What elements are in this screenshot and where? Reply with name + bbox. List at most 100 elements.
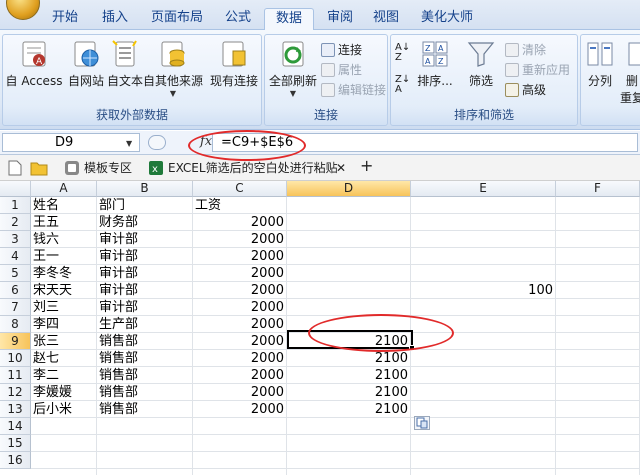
cell-c13[interactable]: 2000	[193, 401, 286, 418]
row-header-16[interactable]: 16	[0, 452, 31, 469]
edit-links-button[interactable]: 编辑链接	[321, 81, 386, 99]
clear-filter-button[interactable]: 清除	[505, 41, 546, 59]
cell-b12[interactable]: 销售部	[97, 384, 192, 401]
row-header-5[interactable]: 5	[0, 265, 31, 282]
from-text-button[interactable]: 自文本	[107, 39, 143, 89]
cell-c10[interactable]: 2000	[193, 350, 286, 367]
cell-d13[interactable]: 2100	[287, 401, 410, 418]
text-to-columns-button[interactable]: 分列	[583, 39, 617, 89]
cell-c5[interactable]: 2000	[193, 265, 286, 282]
row-header-14[interactable]: 14	[0, 418, 31, 435]
tab-template-zone[interactable]: 模板专区	[84, 160, 132, 176]
row-header-4[interactable]: 4	[0, 248, 31, 265]
cell-b7[interactable]: 审计部	[97, 299, 192, 316]
row-header-1[interactable]: 1	[0, 197, 31, 214]
chevron-down-icon[interactable]: ▼	[126, 139, 132, 148]
row-header-7[interactable]: 7	[0, 299, 31, 316]
column-header-e[interactable]: E	[411, 181, 556, 197]
column-header-a[interactable]: A	[31, 181, 97, 197]
row-header-8[interactable]: 8	[0, 316, 31, 333]
cell-b1[interactable]: 部门	[97, 197, 192, 214]
tab-review[interactable]: 审阅	[318, 8, 362, 30]
properties-button[interactable]: 属性	[321, 61, 362, 79]
cell-c2[interactable]: 2000	[193, 214, 286, 231]
cell-b10[interactable]: 销售部	[97, 350, 192, 367]
tab-insert[interactable]: 插入	[92, 8, 138, 30]
connections-button[interactable]: 连接	[321, 41, 362, 59]
cell-b13[interactable]: 销售部	[97, 401, 192, 418]
cell-a5[interactable]: 李冬冬	[31, 265, 96, 282]
cell-a11[interactable]: 李二	[31, 367, 96, 384]
existing-connections-button[interactable]: 现有连接	[207, 39, 261, 89]
sort-button[interactable]: ZAAZ 排序...	[417, 39, 453, 89]
name-box[interactable]: D9	[2, 133, 140, 152]
cell-c8[interactable]: 2000	[193, 316, 286, 333]
cell-a1[interactable]: 姓名	[31, 197, 96, 214]
close-tab-icon[interactable]: ✕	[336, 160, 346, 176]
formula-bar-resize-handle[interactable]	[148, 135, 166, 150]
cell-b8[interactable]: 生产部	[97, 316, 192, 333]
folder-icon[interactable]	[30, 160, 48, 176]
row-header-12[interactable]: 12	[0, 384, 31, 401]
cell-a8[interactable]: 李四	[31, 316, 96, 333]
sort-descending-button[interactable]: Z↓ A	[395, 75, 410, 95]
cell-d11[interactable]: 2100	[287, 367, 410, 384]
column-header-f[interactable]: F	[556, 181, 640, 197]
row-header-6[interactable]: 6	[0, 282, 31, 299]
cell-c12[interactable]: 2000	[193, 384, 286, 401]
new-tab-button[interactable]: +	[360, 158, 373, 174]
cell-a12[interactable]: 李媛媛	[31, 384, 96, 401]
column-header-b[interactable]: B	[97, 181, 193, 197]
row-header-13[interactable]: 13	[0, 401, 31, 418]
cell-d12[interactable]: 2100	[287, 384, 410, 401]
cell-c3[interactable]: 2000	[193, 231, 286, 248]
select-all-corner[interactable]	[0, 181, 31, 197]
cell-e6[interactable]: 100	[411, 282, 555, 299]
from-other-sources-button[interactable]: 自其他来源 ▼	[143, 39, 203, 98]
column-header-c[interactable]: C	[193, 181, 287, 197]
tab-home[interactable]: 开始	[42, 8, 88, 30]
column-header-d[interactable]: D	[287, 181, 411, 197]
cell-b3[interactable]: 审计部	[97, 231, 192, 248]
tab-data[interactable]: 数据	[264, 8, 314, 31]
cell-c7[interactable]: 2000	[193, 299, 286, 316]
tab-beautify-master[interactable]: 美化大师	[414, 8, 480, 30]
cell-a9[interactable]: 张三	[31, 333, 96, 350]
remove-duplicates-button[interactable]: 删 重复	[619, 39, 640, 106]
tab-page-layout[interactable]: 页面布局	[142, 8, 212, 30]
row-header-2[interactable]: 2	[0, 214, 31, 231]
advanced-filter-button[interactable]: 高级	[505, 81, 546, 99]
sort-ascending-button[interactable]: A↓ Z	[395, 43, 410, 63]
cell-b9[interactable]: 销售部	[97, 333, 192, 350]
row-header-10[interactable]: 10	[0, 350, 31, 367]
cell-d10[interactable]: 2100	[287, 350, 410, 367]
cell-b11[interactable]: 销售部	[97, 367, 192, 384]
cell-c6[interactable]: 2000	[193, 282, 286, 299]
refresh-all-button[interactable]: 全部刷新 ▼	[267, 39, 319, 98]
row-header-15[interactable]: 15	[0, 435, 31, 452]
cell-a6[interactable]: 宋天天	[31, 282, 96, 299]
row-header-3[interactable]: 3	[0, 231, 31, 248]
tab-view[interactable]: 视图	[366, 8, 406, 30]
cell-a13[interactable]: 后小米	[31, 401, 96, 418]
cell-a3[interactable]: 钱六	[31, 231, 96, 248]
from-access-button[interactable]: A 自 Access	[5, 39, 63, 89]
cell-c4[interactable]: 2000	[193, 248, 286, 265]
cell-a10[interactable]: 赵七	[31, 350, 96, 367]
tab-active-workbook[interactable]: EXCEL筛选后的空白处进行粘贴	[168, 160, 338, 176]
reapply-button[interactable]: 重新应用	[505, 61, 570, 79]
cell-c11[interactable]: 2000	[193, 367, 286, 384]
cell-b6[interactable]: 审计部	[97, 282, 192, 299]
row-header-9[interactable]: 9	[0, 333, 31, 350]
cell-c1[interactable]: 工资	[193, 197, 286, 214]
cell-a7[interactable]: 刘三	[31, 299, 96, 316]
filter-button[interactable]: 筛选	[463, 39, 499, 89]
office-button[interactable]	[6, 0, 40, 20]
new-document-icon[interactable]	[8, 160, 22, 176]
tab-formulas[interactable]: 公式	[216, 8, 260, 30]
cell-a4[interactable]: 王一	[31, 248, 96, 265]
paste-options-button[interactable]	[414, 416, 430, 430]
from-web-button[interactable]: 自网站	[65, 39, 107, 89]
cell-a2[interactable]: 王五	[31, 214, 96, 231]
cell-b2[interactable]: 财务部	[97, 214, 192, 231]
